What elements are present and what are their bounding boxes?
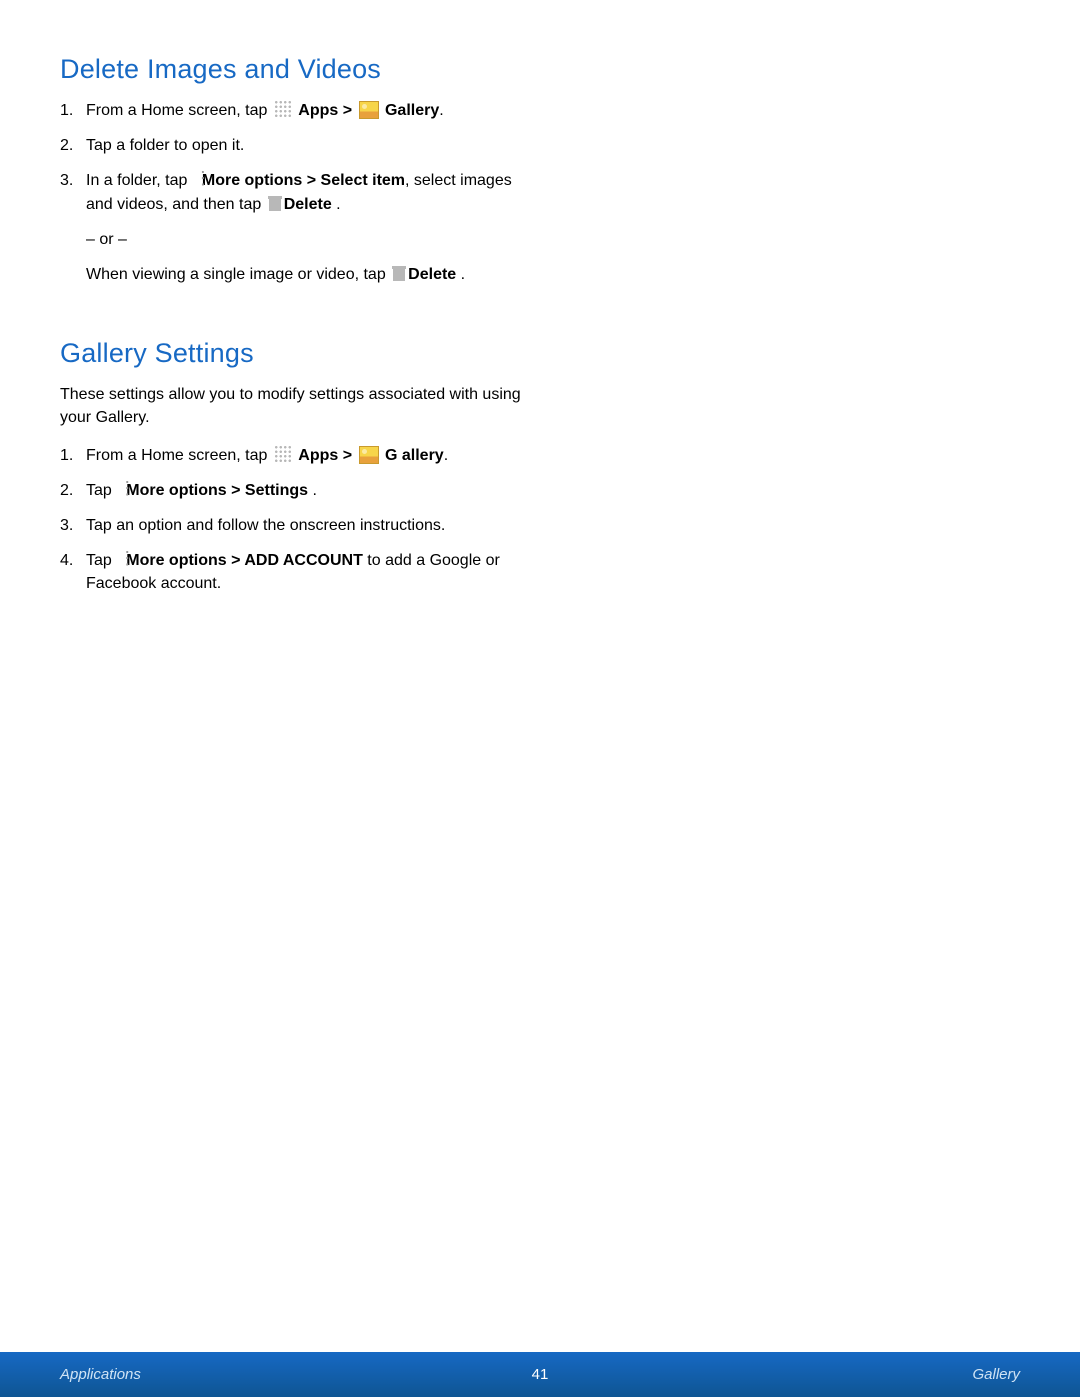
more-options-settings-label: More options > Settings — [126, 482, 312, 499]
more-options-select-label: More options > Select item — [202, 172, 405, 189]
heading-delete-images: Delete Images and Videos — [60, 54, 530, 85]
delete-label: Delete — [284, 196, 336, 213]
steps-gallery-settings: From a Home screen, tap Apps > G allery.… — [60, 444, 530, 596]
more-options-icon — [118, 480, 124, 498]
step-text: Tap an option and follow the onscreen in… — [86, 517, 445, 534]
step-suffix: . — [461, 266, 465, 283]
apps-label: Apps > — [298, 102, 356, 119]
gallery-icon — [359, 446, 379, 464]
step-item: Tap More options > Settings . — [60, 479, 530, 502]
step-text: Tap a folder to open it. — [86, 137, 244, 154]
step-suffix: . — [312, 482, 316, 499]
or-divider: – or – — [86, 228, 530, 251]
step-suffix: . — [444, 447, 448, 464]
step-item: Tap an option and follow the onscreen in… — [60, 514, 530, 537]
step-item: Tap a folder to open it. — [60, 134, 530, 157]
step-text: From a Home screen, tap — [86, 102, 272, 119]
footer-left: Applications — [60, 1366, 141, 1383]
apps-grid-icon — [274, 100, 292, 118]
step-suffix: . — [336, 196, 340, 213]
delete-label: Delete — [408, 266, 460, 283]
content-column: Delete Images and Videos From a Home scr… — [60, 54, 530, 595]
gallery-label: G allery — [385, 447, 444, 464]
trash-icon — [268, 196, 282, 212]
intro-text: These settings allow you to modify setti… — [60, 383, 530, 429]
more-options-add-account-label: More options > ADD ACCOUNT — [126, 552, 363, 569]
step-text: In a folder, tap — [86, 172, 192, 189]
step-text: Tap — [86, 482, 116, 499]
page-container: Delete Images and Videos From a Home scr… — [0, 0, 1080, 1397]
section-gap — [60, 298, 530, 338]
step-item: Tap More options > ADD ACCOUNT to add a … — [60, 549, 530, 595]
step-item: In a folder, tap More options > Select i… — [60, 169, 530, 286]
step-text: Tap — [86, 552, 116, 569]
step-item: From a Home screen, tap Apps > Gallery. — [60, 99, 530, 122]
page-footer: Applications 41 Gallery — [0, 1352, 1080, 1397]
more-options-icon — [118, 550, 124, 568]
apps-label: Apps > — [298, 447, 356, 464]
step-item: From a Home screen, tap Apps > G allery. — [60, 444, 530, 467]
more-options-icon — [194, 170, 200, 188]
trash-icon — [392, 266, 406, 282]
footer-page-number: 41 — [532, 1366, 549, 1383]
step-alt-text: When viewing a single image or video, ta… — [86, 263, 530, 286]
apps-grid-icon — [274, 445, 292, 463]
step-suffix: . — [439, 102, 443, 119]
gallery-label: Gallery — [385, 102, 439, 119]
step-text: From a Home screen, tap — [86, 447, 272, 464]
footer-right: Gallery — [972, 1366, 1020, 1383]
steps-delete-images: From a Home screen, tap Apps > Gallery. … — [60, 99, 530, 286]
gallery-icon — [359, 101, 379, 119]
step-text: When viewing a single image or video, ta… — [86, 266, 390, 283]
heading-gallery-settings: Gallery Settings — [60, 338, 530, 369]
